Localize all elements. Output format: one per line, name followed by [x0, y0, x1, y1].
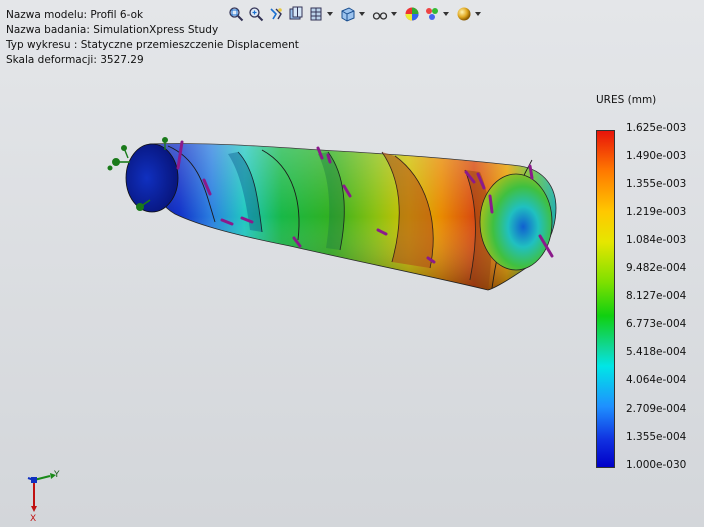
color-legend-bar[interactable]: [596, 130, 615, 468]
legend-label: 1.355e-004: [626, 431, 687, 443]
legend-label: 5.418e-004: [626, 346, 687, 358]
triad-x-label: X: [30, 514, 36, 522]
legend-label: 2.709e-004: [626, 403, 687, 415]
triad-y-label: Y: [53, 470, 60, 480]
legend-title: URES (mm): [596, 94, 657, 106]
reference-triad: Y X: [27, 470, 60, 522]
legend-label: 1.000e-030: [626, 459, 687, 471]
legend-label: 1.355e-003: [626, 178, 687, 190]
legend-label: 1.084e-003: [626, 234, 687, 246]
legend-label: 1.490e-003: [626, 150, 687, 162]
twisted-drill-model: [125, 143, 557, 291]
legend-label: 4.064e-004: [626, 374, 687, 386]
legend-label: 1.219e-003: [626, 206, 687, 218]
legend-label: 9.482e-004: [626, 262, 687, 274]
legend-label: 1.625e-003: [626, 122, 687, 134]
legend-label: 8.127e-004: [626, 290, 687, 302]
legend-label: 6.773e-004: [626, 318, 687, 330]
